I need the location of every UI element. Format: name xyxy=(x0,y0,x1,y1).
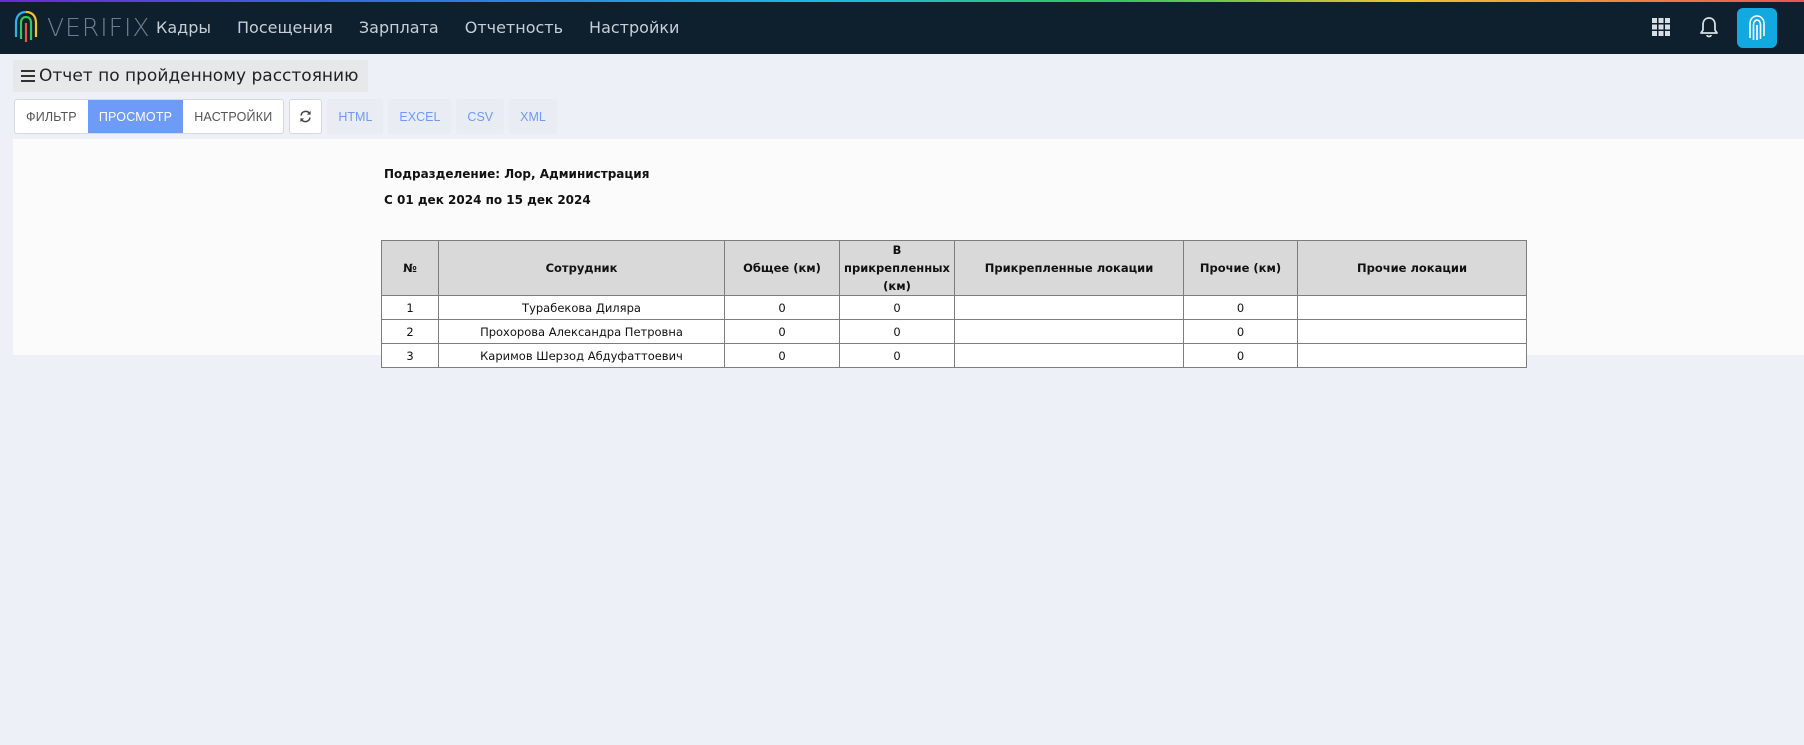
report-division: Подразделение: Лор, Администрация xyxy=(384,167,650,181)
cell-attached-locations xyxy=(954,295,1184,320)
cell-attached-km: 0 xyxy=(839,343,955,368)
refresh-button[interactable] xyxy=(289,99,323,134)
col-attached-km: В прикрепленных (км) xyxy=(839,240,955,296)
export-excel-button[interactable]: EXCEL xyxy=(388,99,452,134)
cell-total-km: 0 xyxy=(724,343,840,368)
nav-item-nastroyki[interactable]: Настройки xyxy=(589,18,679,37)
table-header-row: № Сотрудник Общее (км) В прикрепленных (… xyxy=(381,240,1527,296)
table-row: 3 Каримов Шерзод Абдуфаттоевич 0 0 0 xyxy=(381,343,1527,368)
cell-attached-locations xyxy=(954,343,1184,368)
col-attached-locations: Прикрепленные локации xyxy=(954,240,1184,296)
cell-employee: Прохорова Александра Петровна xyxy=(438,319,725,344)
bell-icon[interactable] xyxy=(1699,16,1719,38)
cell-other-locations xyxy=(1297,295,1527,320)
view-tabs: ФИЛЬТР ПРОСМОТР НАСТРОЙКИ xyxy=(14,99,285,134)
cell-total-km: 0 xyxy=(724,319,840,344)
cell-other-locations xyxy=(1297,319,1527,344)
tab-settings[interactable]: НАСТРОЙКИ xyxy=(183,100,283,133)
report-table: № Сотрудник Общее (км) В прикрепленных (… xyxy=(381,240,1527,368)
nav-item-poseshcheniya[interactable]: Посещения xyxy=(237,18,333,37)
col-total-km: Общее (км) xyxy=(724,240,840,296)
fingerprint-logo-icon xyxy=(14,10,38,42)
report-view: Подразделение: Лор, Администрация С 01 д… xyxy=(13,139,1804,368)
export-csv-button[interactable]: CSV xyxy=(456,99,505,134)
cell-attached-km: 0 xyxy=(839,319,955,344)
cell-number: 3 xyxy=(381,343,439,368)
cell-other-locations xyxy=(1297,343,1527,368)
page-header: Отчет по пройденному расстоянию xyxy=(13,60,369,92)
cell-total-km: 0 xyxy=(724,295,840,320)
cell-other-km: 0 xyxy=(1183,343,1298,368)
cell-attached-km: 0 xyxy=(839,295,955,320)
nav-item-zarplata[interactable]: Зарплата xyxy=(359,18,439,37)
cell-other-km: 0 xyxy=(1183,295,1298,320)
report-period: С 01 дек 2024 по 15 дек 2024 xyxy=(384,193,591,207)
col-number: № xyxy=(381,240,439,296)
logo[interactable]: VERIFIX xyxy=(13,9,151,45)
fingerprint-icon xyxy=(1749,15,1765,40)
nav-item-otchetnost[interactable]: Отчетность xyxy=(465,18,563,37)
table-row: 1 Турабекова Диляра 0 0 0 xyxy=(381,295,1527,320)
brand-name: VERIFIX xyxy=(47,12,151,42)
cell-employee: Турабекова Диляра xyxy=(438,295,725,320)
main-nav: Кадры Посещения Зарплата Отчетность Наст… xyxy=(156,0,705,54)
col-other-locations: Прочие локации xyxy=(1297,240,1527,296)
cell-number: 2 xyxy=(381,319,439,344)
page-title: Отчет по пройденному расстоянию xyxy=(39,66,359,86)
nav-item-kadry[interactable]: Кадры xyxy=(156,18,211,37)
cell-number: 1 xyxy=(381,295,439,320)
table-row: 2 Прохорова Александра Петровна 0 0 0 xyxy=(381,319,1527,344)
tab-filter[interactable]: ФИЛЬТР xyxy=(15,100,88,133)
cell-employee: Каримов Шерзод Абдуфаттоевич xyxy=(438,343,725,368)
avatar[interactable] xyxy=(1737,8,1777,48)
hamburger-icon[interactable] xyxy=(21,70,35,82)
refresh-icon xyxy=(300,110,312,123)
col-employee: Сотрудник xyxy=(438,240,725,296)
cell-attached-locations xyxy=(954,319,1184,344)
tab-view[interactable]: ПРОСМОТР xyxy=(87,100,184,133)
report-toolbar: ФИЛЬТР ПРОСМОТР НАСТРОЙКИ HTML EXCEL CSV… xyxy=(14,99,557,134)
top-bar: VERIFIX Кадры Посещения Зарплата Отчетно… xyxy=(0,0,1804,54)
export-html-button[interactable]: HTML xyxy=(327,99,384,134)
cell-other-km: 0 xyxy=(1183,319,1298,344)
apps-grid-icon[interactable] xyxy=(1652,18,1670,36)
export-xml-button[interactable]: XML xyxy=(509,99,557,134)
col-other-km: Прочие (км) xyxy=(1183,240,1298,296)
